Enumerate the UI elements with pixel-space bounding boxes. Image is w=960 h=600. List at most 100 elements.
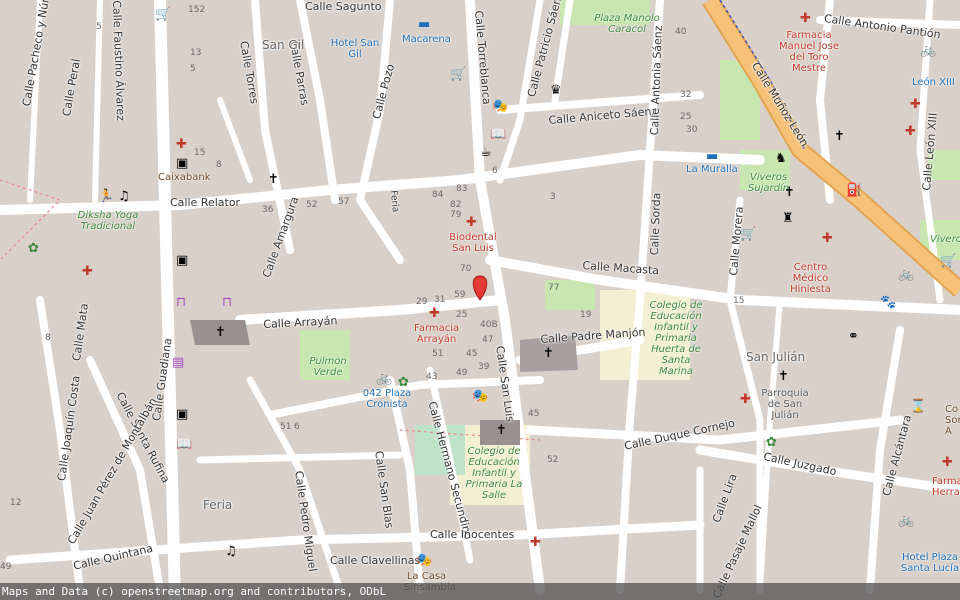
house-number: 6 [492,166,498,176]
poi-diksha[interactable]: Diksha Yoga Tradicional [68,210,148,232]
book-icon[interactable]: 📖 [176,438,192,451]
poi-hotel-san-gil[interactable]: Hotel San Gil [330,38,380,60]
poi-parroquia[interactable]: Parroquia de San Julián [760,388,810,421]
playground-icon[interactable]: ⊓ [176,296,186,309]
street-label: Calle Sorda [648,192,664,256]
house-number: 5 [190,64,196,74]
poi-colegio-salle[interactable]: Colegio de Educación Infantil y Primaria… [460,446,528,501]
house-number: 84 [432,190,444,200]
bicycle-icon[interactable]: 🚲 [898,268,914,281]
memorial-icon[interactable]: ♞ [775,152,787,165]
tower-icon[interactable]: ♜ [782,212,794,225]
shop-icon[interactable]: 🛒 [155,8,171,21]
bank-icon[interactable]: ▣ [176,157,188,170]
shop-icon[interactable]: 🛒 [740,228,756,241]
map-canvas[interactable]: Calle Sagunto Calle Antonio Pantión Call… [0,0,960,600]
poi-leon-xiii[interactable]: León XIII [912,77,955,88]
poi-plaza-manolo[interactable]: Plaza Manolo Caracol [592,13,662,35]
shop-icon[interactable]: 🛒 [940,255,956,268]
poi-farmacia-manuel[interactable]: Farmacia Manuel Jose del Toro Mestre [778,30,840,74]
garden-icon[interactable]: ✿ [398,376,409,389]
toy-icon[interactable]: ▤ [172,356,184,369]
poi-centro-medico[interactable]: Centro Médico Hiniesta [788,262,833,295]
music-icon[interactable]: ♫ [225,545,237,558]
cafe-icon[interactable]: ☕ [480,146,492,159]
bank-icon[interactable]: ▣ [176,254,188,267]
church-icon[interactable]: ✝ [268,173,279,186]
garden-icon[interactable]: ✿ [766,436,777,449]
church-icon[interactable]: ✝ [215,326,226,339]
bicycle-icon[interactable]: 🚲 [898,514,914,527]
bed-icon[interactable]: ▬ [418,18,430,31]
pharmacy-icon[interactable]: ✚ [176,138,187,151]
house-number: 25 [680,112,692,122]
church-icon[interactable]: ✝ [834,130,845,143]
house-number: 83 [456,184,468,194]
bed-icon[interactable]: ▬ [706,150,718,163]
pharmacy-icon[interactable]: ✚ [740,393,751,406]
church-icon[interactable]: ✝ [778,370,789,383]
place-label: San Gil [262,38,305,52]
house-number: 5 [96,22,102,32]
poi-caixabank[interactable]: Caixabank [158,172,211,183]
music-icon[interactable]: ♫ [118,190,130,203]
house-number: 40 [675,27,687,37]
poi-plaza-cronista[interactable]: 042 Plaza Cronista [362,388,412,410]
house-number: 8 [45,333,51,343]
house-number: 49 [0,562,12,572]
poi-la-muralla[interactable]: La Muralla [686,164,738,175]
drink-icon[interactable]: ♛ [550,84,562,97]
dog-icon[interactable]: 🐾 [880,296,896,309]
house-number: 39 [478,362,490,372]
toilets-icon[interactable]: ⚭ [848,330,859,343]
hourglass-icon[interactable]: ⌛ [910,400,926,413]
attribution-bar[interactable]: Maps and Data (c) openstreetmap.org and … [0,583,960,600]
book-icon[interactable]: 📖 [490,128,506,141]
church-icon[interactable]: ✝ [543,347,554,360]
poi-co-sor[interactable]: Co Sor A [945,404,960,437]
church-icon[interactable]: ✝ [496,424,507,437]
poi-colegio-huerta[interactable]: Colegio de Educación Infantil y Primaria… [645,300,707,377]
theatre-icon[interactable]: 🎭 [472,390,488,403]
house-number: 57 [338,197,350,207]
pharmacy-icon[interactable]: ✚ [82,265,93,278]
church-icon[interactable]: ✝ [784,186,795,199]
street-label: Calle Relator [170,196,241,209]
pharmacy-icon[interactable]: ✚ [429,307,440,320]
house-number: 52 [547,455,559,465]
house-number: 43 [426,372,438,382]
pharmacy-icon[interactable]: ✚ [530,536,541,549]
poi-farmacia-herra[interactable]: Farmacia Herra [932,476,960,498]
bicycle-icon[interactable]: 🚲 [376,372,392,385]
garden-icon[interactable]: ✿ [28,242,39,255]
theatre-icon[interactable]: 🎭 [492,100,508,113]
house-number: 77 [548,283,560,293]
theatre-icon[interactable]: 🎭 [416,554,432,567]
location-marker-icon[interactable] [471,276,489,302]
poi-hotel-plaza[interactable]: Hotel Plaza Santa Lucía [900,552,960,574]
poi-biodental[interactable]: Biodental San Luis [448,232,498,254]
pharmacy-icon[interactable]: ✚ [800,12,811,25]
poi-macarena[interactable]: Macarena [402,34,451,45]
house-number: 19 [580,310,592,320]
playground-icon[interactable]: ⊓ [222,296,232,309]
dentist-icon[interactable]: ✚ [466,216,477,229]
bank-icon[interactable]: ▣ [176,408,188,421]
shop-icon[interactable]: 🛒 [450,68,466,81]
poi-vivero-2[interactable]: Vivero [930,234,960,245]
pharmacy-icon[interactable]: ✚ [822,232,833,245]
poi-farmacia-arrayan[interactable]: Farmacia Arrayán [414,323,459,345]
house-number: 6 [294,422,300,432]
walker-icon[interactable]: 🏃 [98,190,114,203]
pharmacy-icon[interactable]: ✚ [942,456,953,469]
house-number: 30 [686,125,698,135]
bicycle-icon[interactable]: 🚲 [920,44,936,57]
poi-pulmon-verde[interactable]: Pulmon Verde [308,356,348,378]
pharmacy-icon[interactable]: ✚ [905,125,916,138]
house-number: 32 [680,90,692,100]
fuel-icon[interactable]: ⛽ [846,184,862,197]
house-number: 31 [434,295,446,305]
pharmacy-icon[interactable]: ✚ [910,98,921,111]
house-number: 8 [216,160,222,170]
house-number: 12 [10,498,22,508]
